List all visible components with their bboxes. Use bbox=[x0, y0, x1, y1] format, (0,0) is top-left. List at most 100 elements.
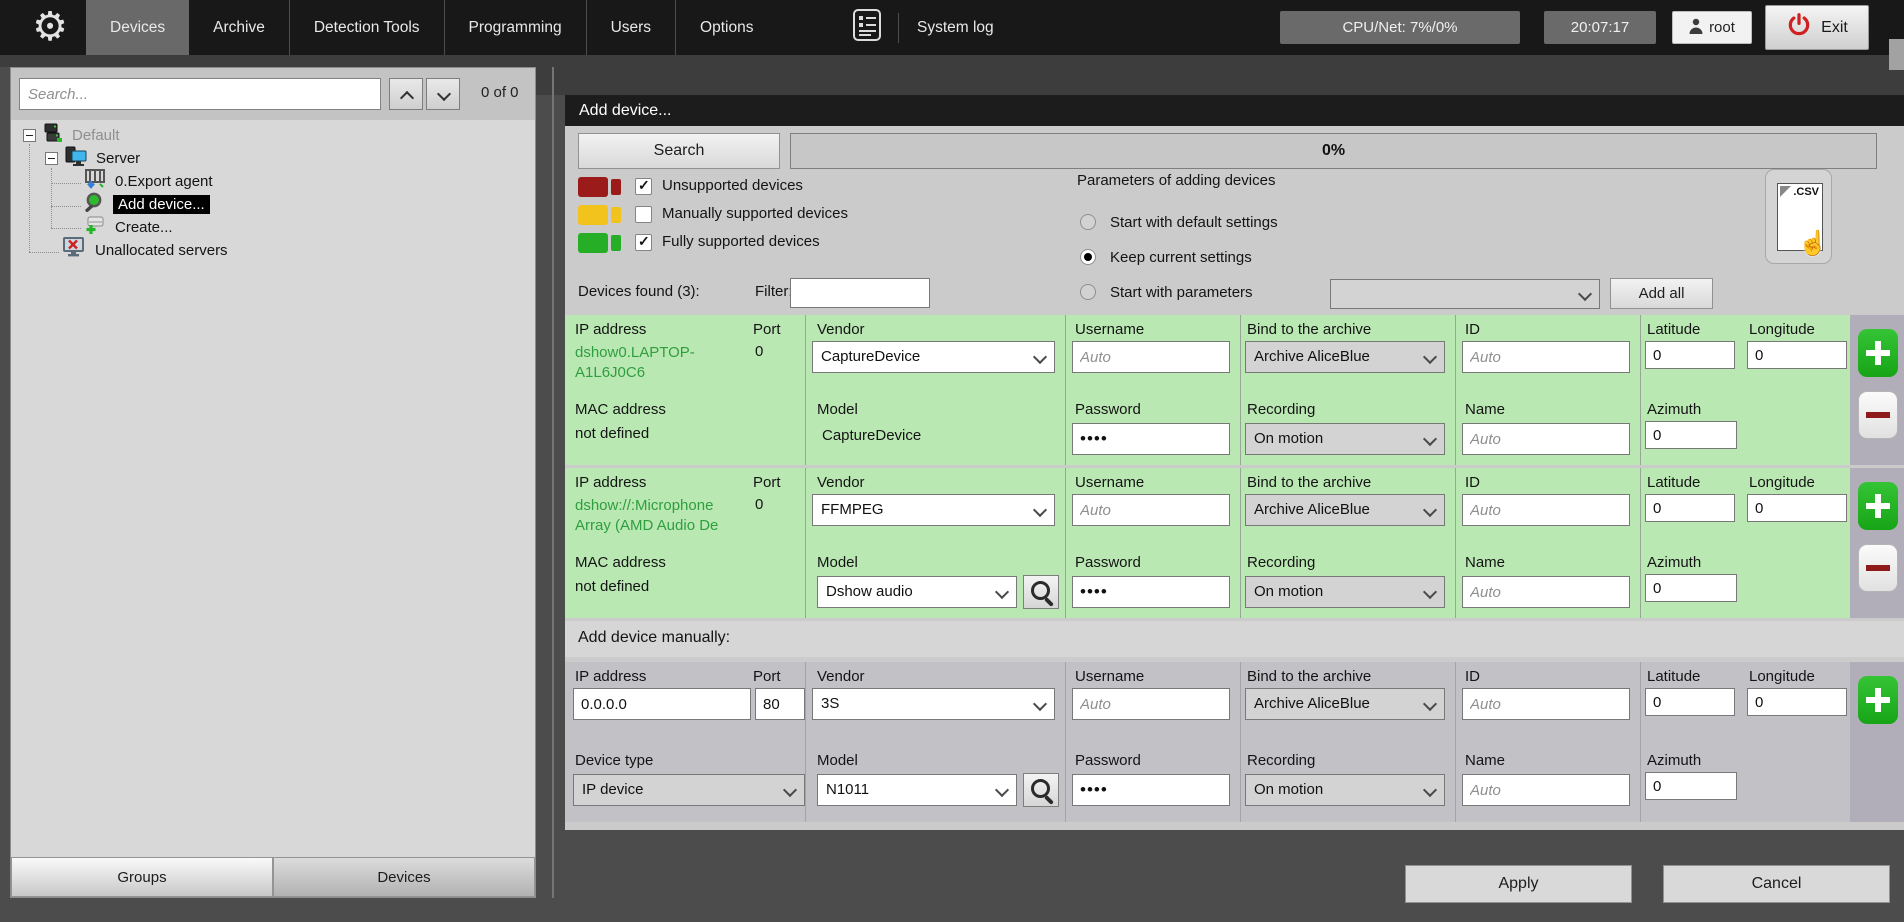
archive-dropdown[interactable]: Archive AliceBlue bbox=[1245, 688, 1445, 720]
add-row-button[interactable] bbox=[1858, 676, 1898, 724]
collapse-icon[interactable] bbox=[23, 129, 36, 142]
vendor-dropdown[interactable]: 3S bbox=[812, 688, 1055, 720]
search-next-button[interactable] bbox=[426, 78, 460, 110]
cpu-net-indicator[interactable]: CPU/Net: 7%/0% bbox=[1280, 11, 1520, 44]
panel-splitter[interactable] bbox=[552, 67, 554, 898]
latitude-input[interactable] bbox=[1645, 688, 1735, 716]
remove-row-button[interactable] bbox=[1858, 391, 1898, 439]
search-prev-button[interactable] bbox=[389, 78, 423, 110]
checkbox-unsupported-devices[interactable] bbox=[635, 178, 652, 195]
longitude-label: Longitude bbox=[1749, 474, 1815, 491]
tab-archive[interactable]: Archive bbox=[189, 0, 289, 55]
parameters-dropdown[interactable] bbox=[1330, 279, 1600, 309]
manual-port-input[interactable] bbox=[755, 688, 805, 720]
azimuth-input[interactable] bbox=[1645, 574, 1737, 602]
tree-search-input[interactable] bbox=[19, 78, 381, 110]
tree-item-server[interactable]: Server bbox=[45, 147, 140, 169]
name-input[interactable] bbox=[1462, 576, 1630, 608]
tab-devices-list[interactable]: Devices bbox=[273, 857, 535, 897]
vendor-dropdown[interactable]: FFMPEG bbox=[812, 494, 1055, 526]
add-row-button[interactable] bbox=[1858, 329, 1898, 377]
add-all-button[interactable]: Add all bbox=[1610, 278, 1713, 309]
model-dropdown[interactable]: N1011 bbox=[817, 774, 1017, 806]
tree-item-unallocated-servers[interactable]: Unallocated servers bbox=[61, 239, 228, 261]
latitude-input[interactable] bbox=[1645, 494, 1735, 522]
username-input[interactable] bbox=[1072, 341, 1230, 373]
latitude-label: Latitude bbox=[1647, 321, 1700, 338]
divider bbox=[1065, 315, 1066, 465]
archive-label: Bind to the archive bbox=[1247, 321, 1371, 338]
name-input[interactable] bbox=[1462, 423, 1630, 455]
recording-dropdown[interactable]: On motion bbox=[1245, 423, 1445, 455]
sidebar-tabs: Groups Devices bbox=[11, 857, 535, 897]
id-label: ID bbox=[1465, 668, 1480, 685]
id-input[interactable] bbox=[1462, 341, 1630, 373]
divider bbox=[1455, 315, 1456, 465]
tab-devices[interactable]: Devices bbox=[86, 0, 189, 55]
cancel-button[interactable]: Cancel bbox=[1663, 865, 1890, 903]
username-input[interactable] bbox=[1072, 494, 1230, 526]
azimuth-input[interactable] bbox=[1645, 421, 1737, 449]
id-input[interactable] bbox=[1462, 688, 1630, 720]
longitude-input[interactable] bbox=[1747, 341, 1847, 369]
tree-connector bbox=[51, 228, 81, 229]
tree-item-create[interactable]: Create... bbox=[83, 216, 173, 238]
manual-ip-input[interactable] bbox=[573, 688, 751, 720]
system-log-item[interactable]: System log bbox=[852, 0, 994, 55]
filter-input[interactable] bbox=[790, 278, 930, 308]
app-window: { "topbar": { "tabs": [ {"label": "Devic… bbox=[0, 0, 1904, 922]
search-devices-button[interactable]: Search bbox=[578, 133, 780, 169]
found-device-row: IP address Port Vendor Username Bind to … bbox=[565, 468, 1904, 618]
username-input[interactable] bbox=[1072, 688, 1230, 720]
import-csv-button[interactable]: .CSV ☝ bbox=[1765, 169, 1832, 264]
add-row-button[interactable] bbox=[1858, 482, 1898, 530]
recording-dropdown[interactable]: On motion bbox=[1245, 576, 1445, 608]
radio-keep-current[interactable] bbox=[1080, 249, 1096, 265]
scrollbar-thumb[interactable] bbox=[1889, 39, 1904, 70]
tree-item-label: Default bbox=[72, 127, 120, 144]
checkbox-manually-supported-devices[interactable] bbox=[635, 206, 652, 223]
device-type-dropdown[interactable]: IP device bbox=[573, 774, 805, 806]
mac-label: MAC address bbox=[575, 554, 666, 571]
vendor-dropdown[interactable]: CaptureDevice bbox=[812, 341, 1055, 373]
exit-button[interactable]: Exit bbox=[1765, 5, 1869, 50]
ip-value: dshow0.LAPTOP-A1L6J0C6 bbox=[575, 343, 747, 383]
longitude-input[interactable] bbox=[1747, 688, 1847, 716]
id-input[interactable] bbox=[1462, 494, 1630, 526]
user-button[interactable]: root bbox=[1672, 11, 1752, 44]
tree-item-default[interactable]: Default bbox=[23, 124, 120, 146]
model-dropdown[interactable]: Dshow audio bbox=[817, 576, 1017, 608]
tab-options[interactable]: Options bbox=[675, 0, 777, 55]
azimuth-input[interactable] bbox=[1645, 772, 1737, 800]
name-input[interactable] bbox=[1462, 774, 1630, 806]
longitude-input[interactable] bbox=[1747, 494, 1847, 522]
ip-label: IP address bbox=[575, 474, 646, 491]
ip-label: IP address bbox=[575, 668, 646, 685]
radio-start-parameters[interactable] bbox=[1080, 284, 1096, 300]
power-icon bbox=[1786, 12, 1812, 43]
radio-start-default[interactable] bbox=[1080, 214, 1096, 230]
settings-gear-icon[interactable]: ⚙ bbox=[28, 0, 72, 55]
model-search-button[interactable] bbox=[1023, 575, 1059, 609]
id-label: ID bbox=[1465, 474, 1480, 491]
tab-groups[interactable]: Groups bbox=[11, 857, 273, 897]
archive-dropdown[interactable]: Archive AliceBlue bbox=[1245, 341, 1445, 373]
recording-dropdown[interactable]: On motion bbox=[1245, 774, 1445, 806]
password-label: Password bbox=[1075, 401, 1141, 418]
password-input[interactable] bbox=[1072, 423, 1230, 455]
apply-button[interactable]: Apply bbox=[1405, 865, 1632, 903]
tab-detection-tools[interactable]: Detection Tools bbox=[289, 0, 444, 55]
remove-row-button[interactable] bbox=[1858, 544, 1898, 592]
collapse-icon[interactable] bbox=[45, 152, 58, 165]
checkbox-fully-supported-devices[interactable] bbox=[635, 234, 652, 251]
model-label: Model bbox=[817, 752, 858, 769]
archive-dropdown[interactable]: Archive AliceBlue bbox=[1245, 494, 1445, 526]
model-search-button[interactable] bbox=[1023, 773, 1059, 807]
password-input[interactable] bbox=[1072, 576, 1230, 608]
chevron-up-icon bbox=[400, 91, 414, 105]
password-input[interactable] bbox=[1072, 774, 1230, 806]
filter-label: Filter: bbox=[755, 283, 793, 300]
tab-users[interactable]: Users bbox=[586, 0, 675, 55]
latitude-input[interactable] bbox=[1645, 341, 1735, 369]
tab-programming[interactable]: Programming bbox=[444, 0, 586, 55]
